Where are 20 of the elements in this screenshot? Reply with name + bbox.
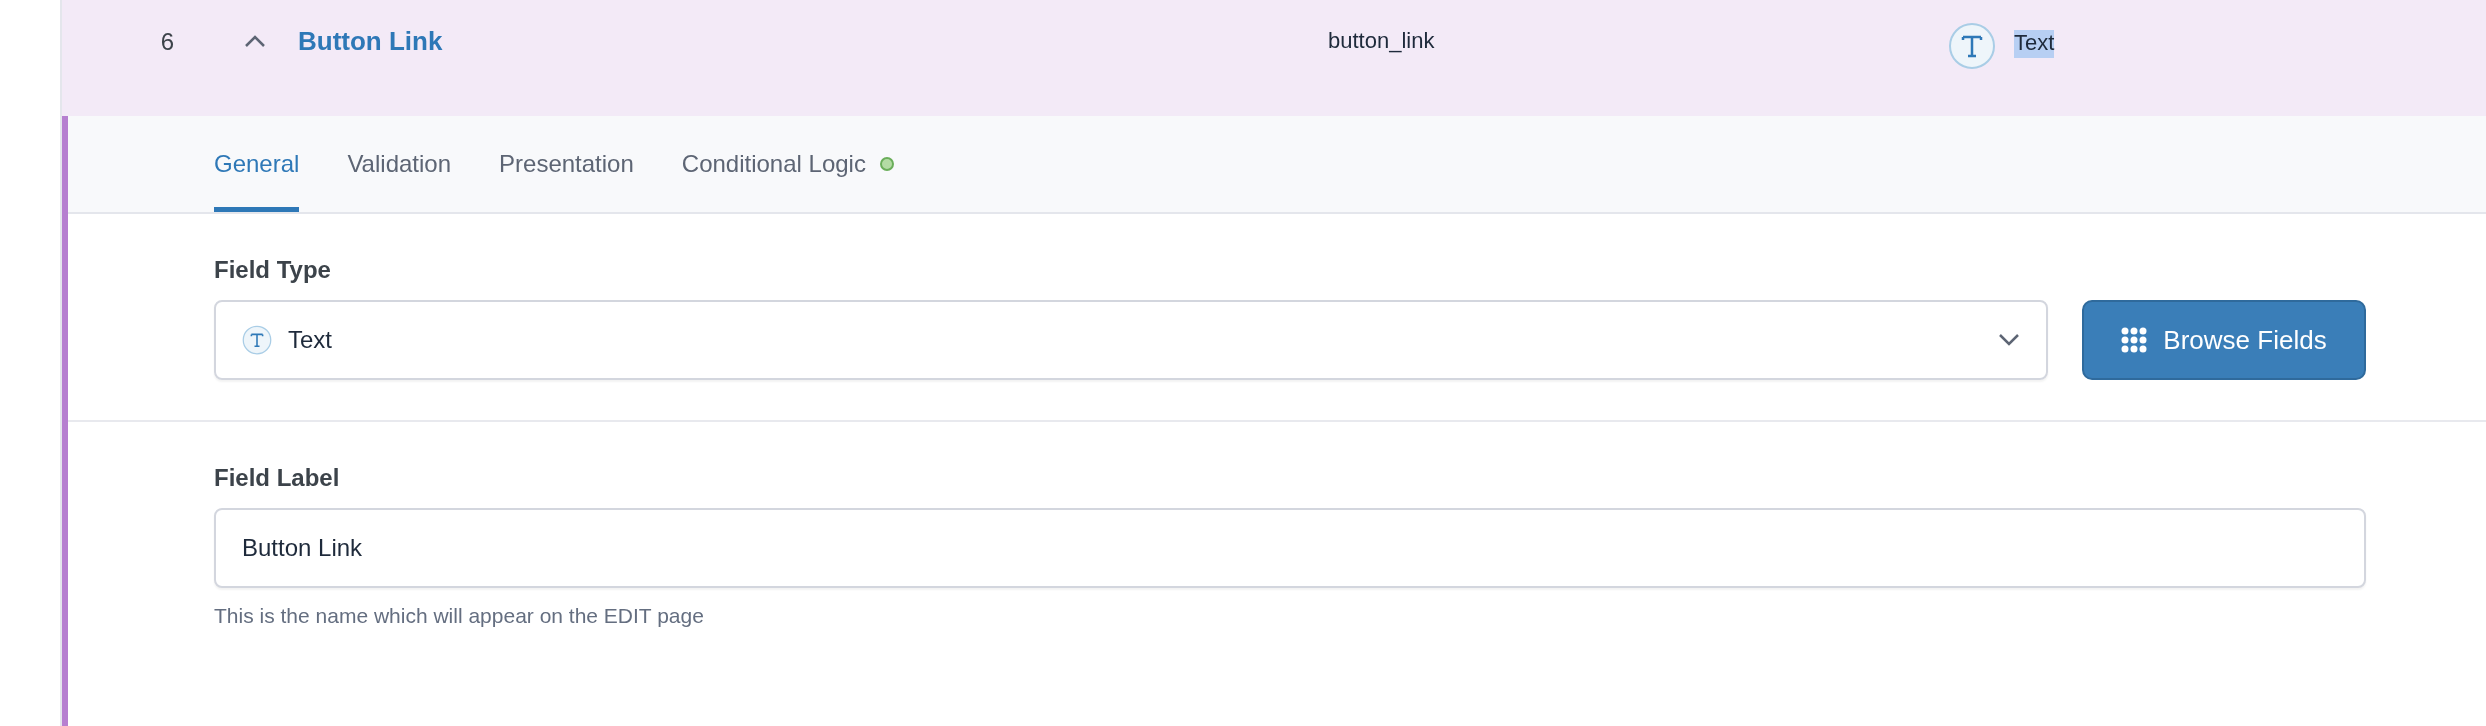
field-label-input[interactable]: Button Link (214, 508, 2366, 588)
grid-dots-icon (2121, 327, 2148, 353)
text-type-icon (1948, 22, 1996, 70)
tab[interactable]: Validation (347, 116, 452, 212)
field-label: Field Label (214, 464, 341, 492)
tab[interactable]: Conditional Logic (681, 116, 894, 212)
field-number: 6 (159, 27, 174, 56)
select-value: Text (288, 326, 333, 354)
chevron-icon[interactable] (244, 34, 266, 48)
field-label: Field Type (214, 256, 332, 284)
field-title-link[interactable]: Button Link (298, 22, 1328, 57)
field-key: button_link (1328, 22, 1948, 54)
help-text: This is the name which will appear on the EDIT page (214, 604, 705, 628)
field-type-select[interactable]: Text (214, 300, 2048, 380)
tab[interactable]: General (214, 116, 300, 212)
chevron-down-icon (1998, 333, 2020, 347)
field-type-text: Text (2014, 30, 2055, 58)
browse-fields-button[interactable]: Browse Fields (2082, 300, 2366, 380)
text-type-icon (242, 325, 272, 355)
tab[interactable]: Presentation (499, 116, 634, 212)
